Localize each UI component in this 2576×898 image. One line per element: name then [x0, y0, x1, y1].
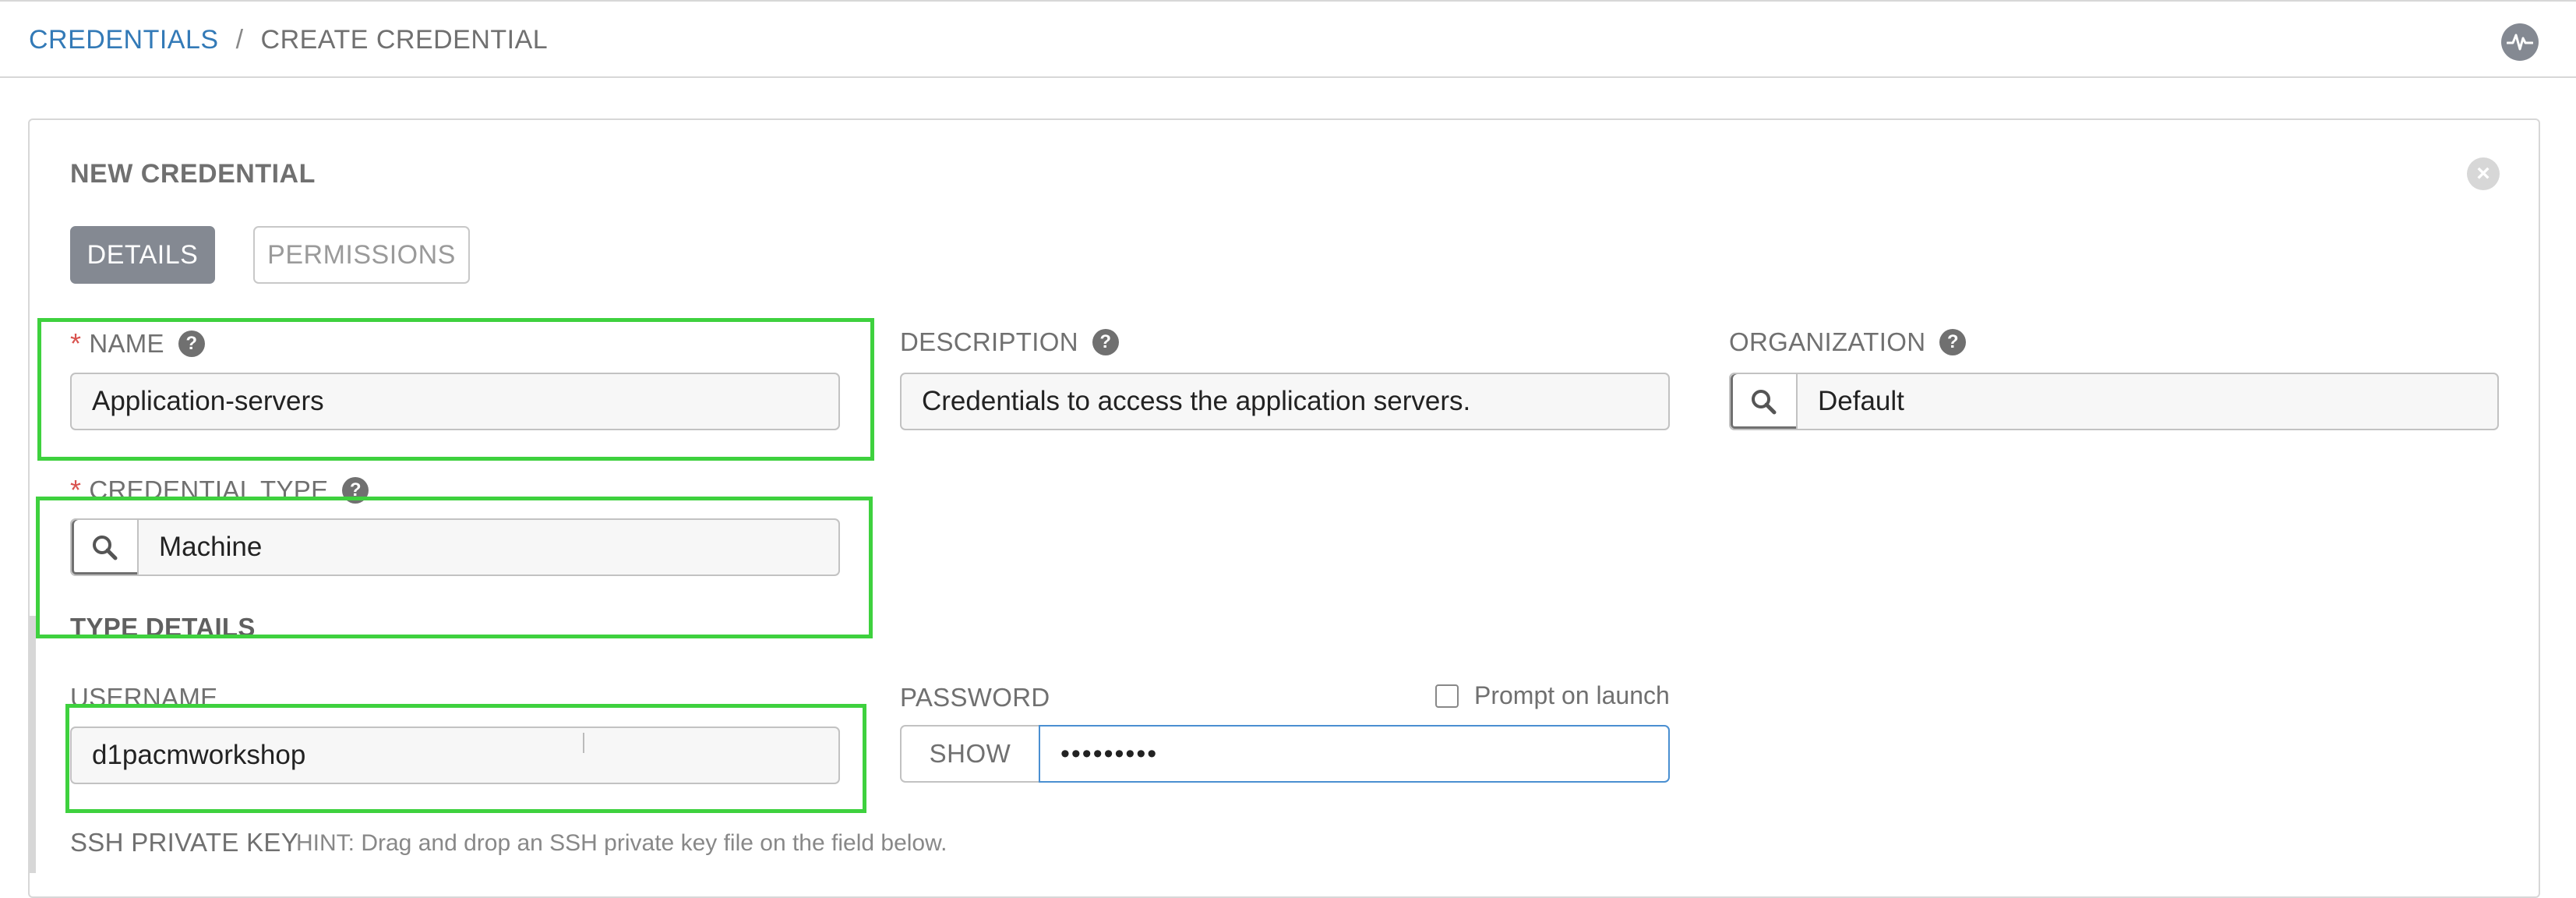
credential-type-lookup[interactable]: Machine	[70, 518, 840, 576]
password-field: SHOW •••••••••	[900, 725, 1670, 783]
breadcrumb-current: CREATE CREDENTIAL	[260, 25, 549, 55]
ssh-private-key-label-text: SSH PRIVATE KEY	[70, 828, 299, 857]
activity-stream-icon[interactable]	[2501, 23, 2539, 61]
breadcrumb-credentials-link[interactable]: CREDENTIALS	[29, 25, 219, 55]
credential-type-value[interactable]: Machine	[139, 520, 838, 575]
organization-label: ORGANIZATION ?	[1729, 327, 1967, 357]
username-label: USERNAME	[70, 683, 217, 712]
username-label-text: USERNAME	[70, 683, 218, 712]
show-password-button[interactable]: SHOW	[900, 725, 1039, 783]
text-cursor	[583, 733, 584, 753]
description-label: DESCRIPTION ?	[900, 327, 1119, 357]
top-bar: CREDENTIALS / CREATE CREDENTIAL	[0, 0, 2576, 78]
prompt-on-launch[interactable]: Prompt on launch	[1435, 681, 1670, 710]
help-icon[interactable]: ?	[1092, 329, 1119, 355]
credential-type-label-text: CREDENTIAL TYPE	[89, 476, 329, 504]
description-label-text: DESCRIPTION	[900, 327, 1078, 356]
required-marker: *	[70, 474, 82, 506]
prompt-on-launch-label: Prompt on launch	[1474, 681, 1670, 709]
help-icon[interactable]: ?	[1939, 329, 1967, 355]
name-label: * NAME ?	[70, 327, 205, 360]
type-details-heading: TYPE DETAILS	[70, 613, 256, 642]
password-input[interactable]: •••••••••	[1039, 725, 1670, 783]
password-label: PASSWORD	[900, 683, 1050, 712]
name-input[interactable]: Application-servers	[70, 373, 840, 430]
tab-permissions[interactable]: PERMISSIONS	[253, 226, 470, 284]
search-icon	[1752, 390, 1777, 415]
help-icon[interactable]: ?	[178, 331, 205, 357]
ssh-key-hint: HINT: Drag and drop an SSH private key f…	[296, 830, 947, 856]
organization-lookup[interactable]: Default	[1729, 373, 2499, 430]
help-icon[interactable]: ?	[342, 477, 369, 504]
breadcrumb: CREDENTIALS / CREATE CREDENTIAL	[29, 25, 548, 55]
close-icon[interactable]: ×	[2467, 157, 2500, 190]
description-input[interactable]: Credentials to access the application se…	[900, 373, 1670, 430]
panel-scroll-edge	[28, 616, 36, 873]
password-label-text: PASSWORD	[900, 683, 1050, 712]
credential-type-label: * CREDENTIAL TYPE ?	[70, 474, 369, 507]
username-input[interactable]: d1pacmworkshop	[70, 727, 840, 784]
organization-label-text: ORGANIZATION	[1729, 327, 1926, 356]
breadcrumb-separator: /	[235, 25, 244, 55]
tab-details[interactable]: DETAILS	[70, 226, 215, 284]
prompt-on-launch-checkbox[interactable]	[1435, 684, 1459, 708]
credential-type-search-button[interactable]	[72, 520, 139, 575]
name-label-text: NAME	[89, 329, 164, 358]
required-marker: *	[70, 327, 82, 359]
ssh-private-key-label: SSH PRIVATE KEY	[70, 828, 298, 857]
search-icon	[93, 536, 118, 560]
panel-title: NEW CREDENTIAL	[70, 159, 316, 189]
organization-value[interactable]: Default	[1798, 374, 2497, 429]
organization-search-button[interactable]	[1731, 374, 1798, 429]
